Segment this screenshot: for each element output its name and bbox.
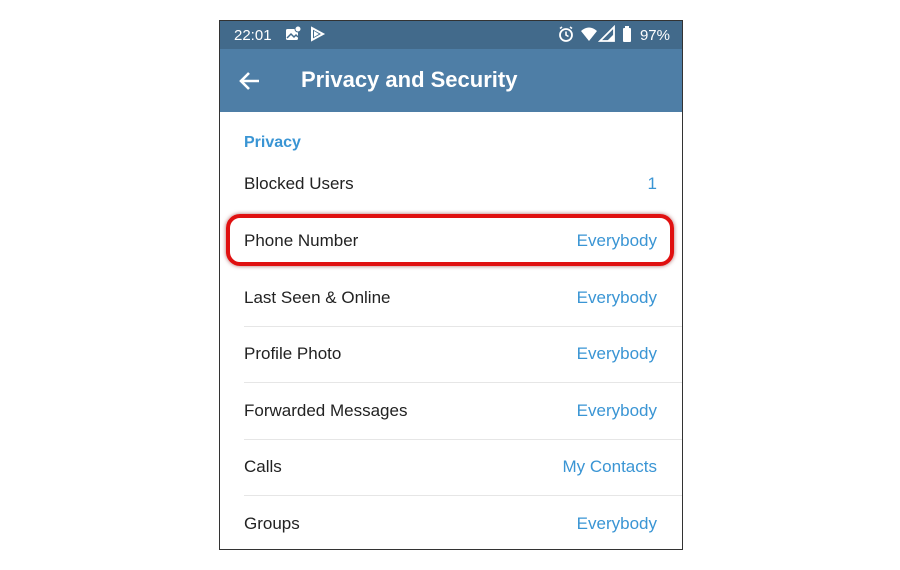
- setting-value: My Contacts: [562, 457, 657, 476]
- divider: [244, 382, 682, 383]
- setting-label: Groups: [244, 514, 300, 533]
- app-bar: Privacy and Security: [220, 49, 682, 112]
- setting-row-profile-photo[interactable]: Profile Photo Everybody: [220, 327, 682, 383]
- setting-row-groups[interactable]: Groups Everybody: [220, 497, 682, 549]
- divider: [244, 495, 682, 496]
- setting-value: Everybody: [576, 344, 657, 363]
- setting-value: Everybody: [576, 288, 657, 307]
- phone-screen: 22:01 97% Privacy and Security Privacy B…: [219, 20, 683, 550]
- setting-value: Everybody: [576, 401, 657, 420]
- setting-label: Forwarded Messages: [244, 401, 408, 420]
- wifi-icon: [581, 27, 597, 41]
- setting-label: Profile Photo: [244, 344, 342, 363]
- section-header-privacy: Privacy: [244, 134, 301, 151]
- setting-label: Calls: [244, 457, 282, 476]
- alarm-icon: [559, 26, 573, 42]
- status-bar: 22:01 97%: [220, 21, 682, 49]
- battery-percent: 97%: [639, 27, 670, 44]
- highlight-annotation: [226, 214, 674, 266]
- setting-row-last-seen[interactable]: Last Seen & Online Everybody: [220, 271, 682, 327]
- battery-icon: [623, 26, 631, 42]
- setting-row-forwarded-messages[interactable]: Forwarded Messages Everybody: [220, 384, 682, 440]
- page-title: Privacy and Security: [301, 67, 518, 92]
- setting-label: Blocked Users: [244, 174, 354, 193]
- status-time: 22:01: [234, 27, 272, 44]
- setting-value: 1: [647, 174, 657, 193]
- setting-row-calls[interactable]: Calls My Contacts: [220, 440, 682, 496]
- setting-row-blocked-users[interactable]: Blocked Users 1: [220, 157, 682, 213]
- setting-label: Last Seen & Online: [244, 288, 391, 307]
- arrow-left-icon[interactable]: [236, 67, 264, 95]
- setting-value: Everybody: [576, 514, 657, 533]
- photo-notification-icon: [286, 25, 302, 40]
- signal-icon: [598, 25, 615, 42]
- play-store-icon: [311, 26, 326, 42]
